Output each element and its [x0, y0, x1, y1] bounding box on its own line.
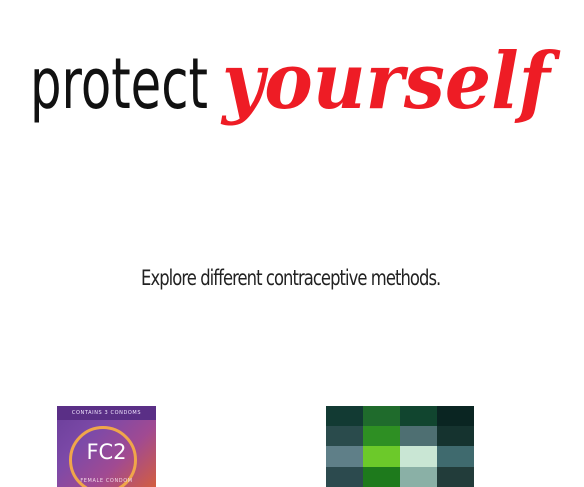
image-tile [437, 406, 474, 426]
package-bottom-text: FEMALE CONDOM [80, 478, 133, 484]
package-logo: FC2 [86, 440, 127, 464]
title-prefix: protect [30, 43, 208, 125]
contraceptive-method-thumbnail[interactable] [326, 406, 474, 487]
title-emphasis: yourself [220, 36, 561, 127]
page-tagline: Explore different contraceptive methods. [141, 266, 441, 290]
image-tile [363, 467, 400, 487]
image-tile [400, 426, 437, 446]
image-tile [363, 406, 400, 426]
image-tile [400, 446, 437, 467]
package-top-text: CONTAINS 3 CONDOMS [57, 406, 156, 420]
image-tile [437, 426, 474, 446]
image-tile [363, 426, 400, 446]
image-tile [437, 446, 474, 467]
image-tile [326, 467, 363, 487]
image-tile [400, 406, 437, 426]
image-tile [326, 426, 363, 446]
image-tile [326, 406, 363, 426]
image-tile [437, 467, 474, 487]
image-tile [400, 467, 437, 487]
page-title: protect yourself [0, 22, 584, 142]
image-tile [363, 446, 400, 467]
image-tile [326, 446, 363, 467]
female-condom-thumbnail[interactable]: CONTAINS 3 CONDOMS FC2 FEMALE CONDOM [57, 406, 156, 487]
